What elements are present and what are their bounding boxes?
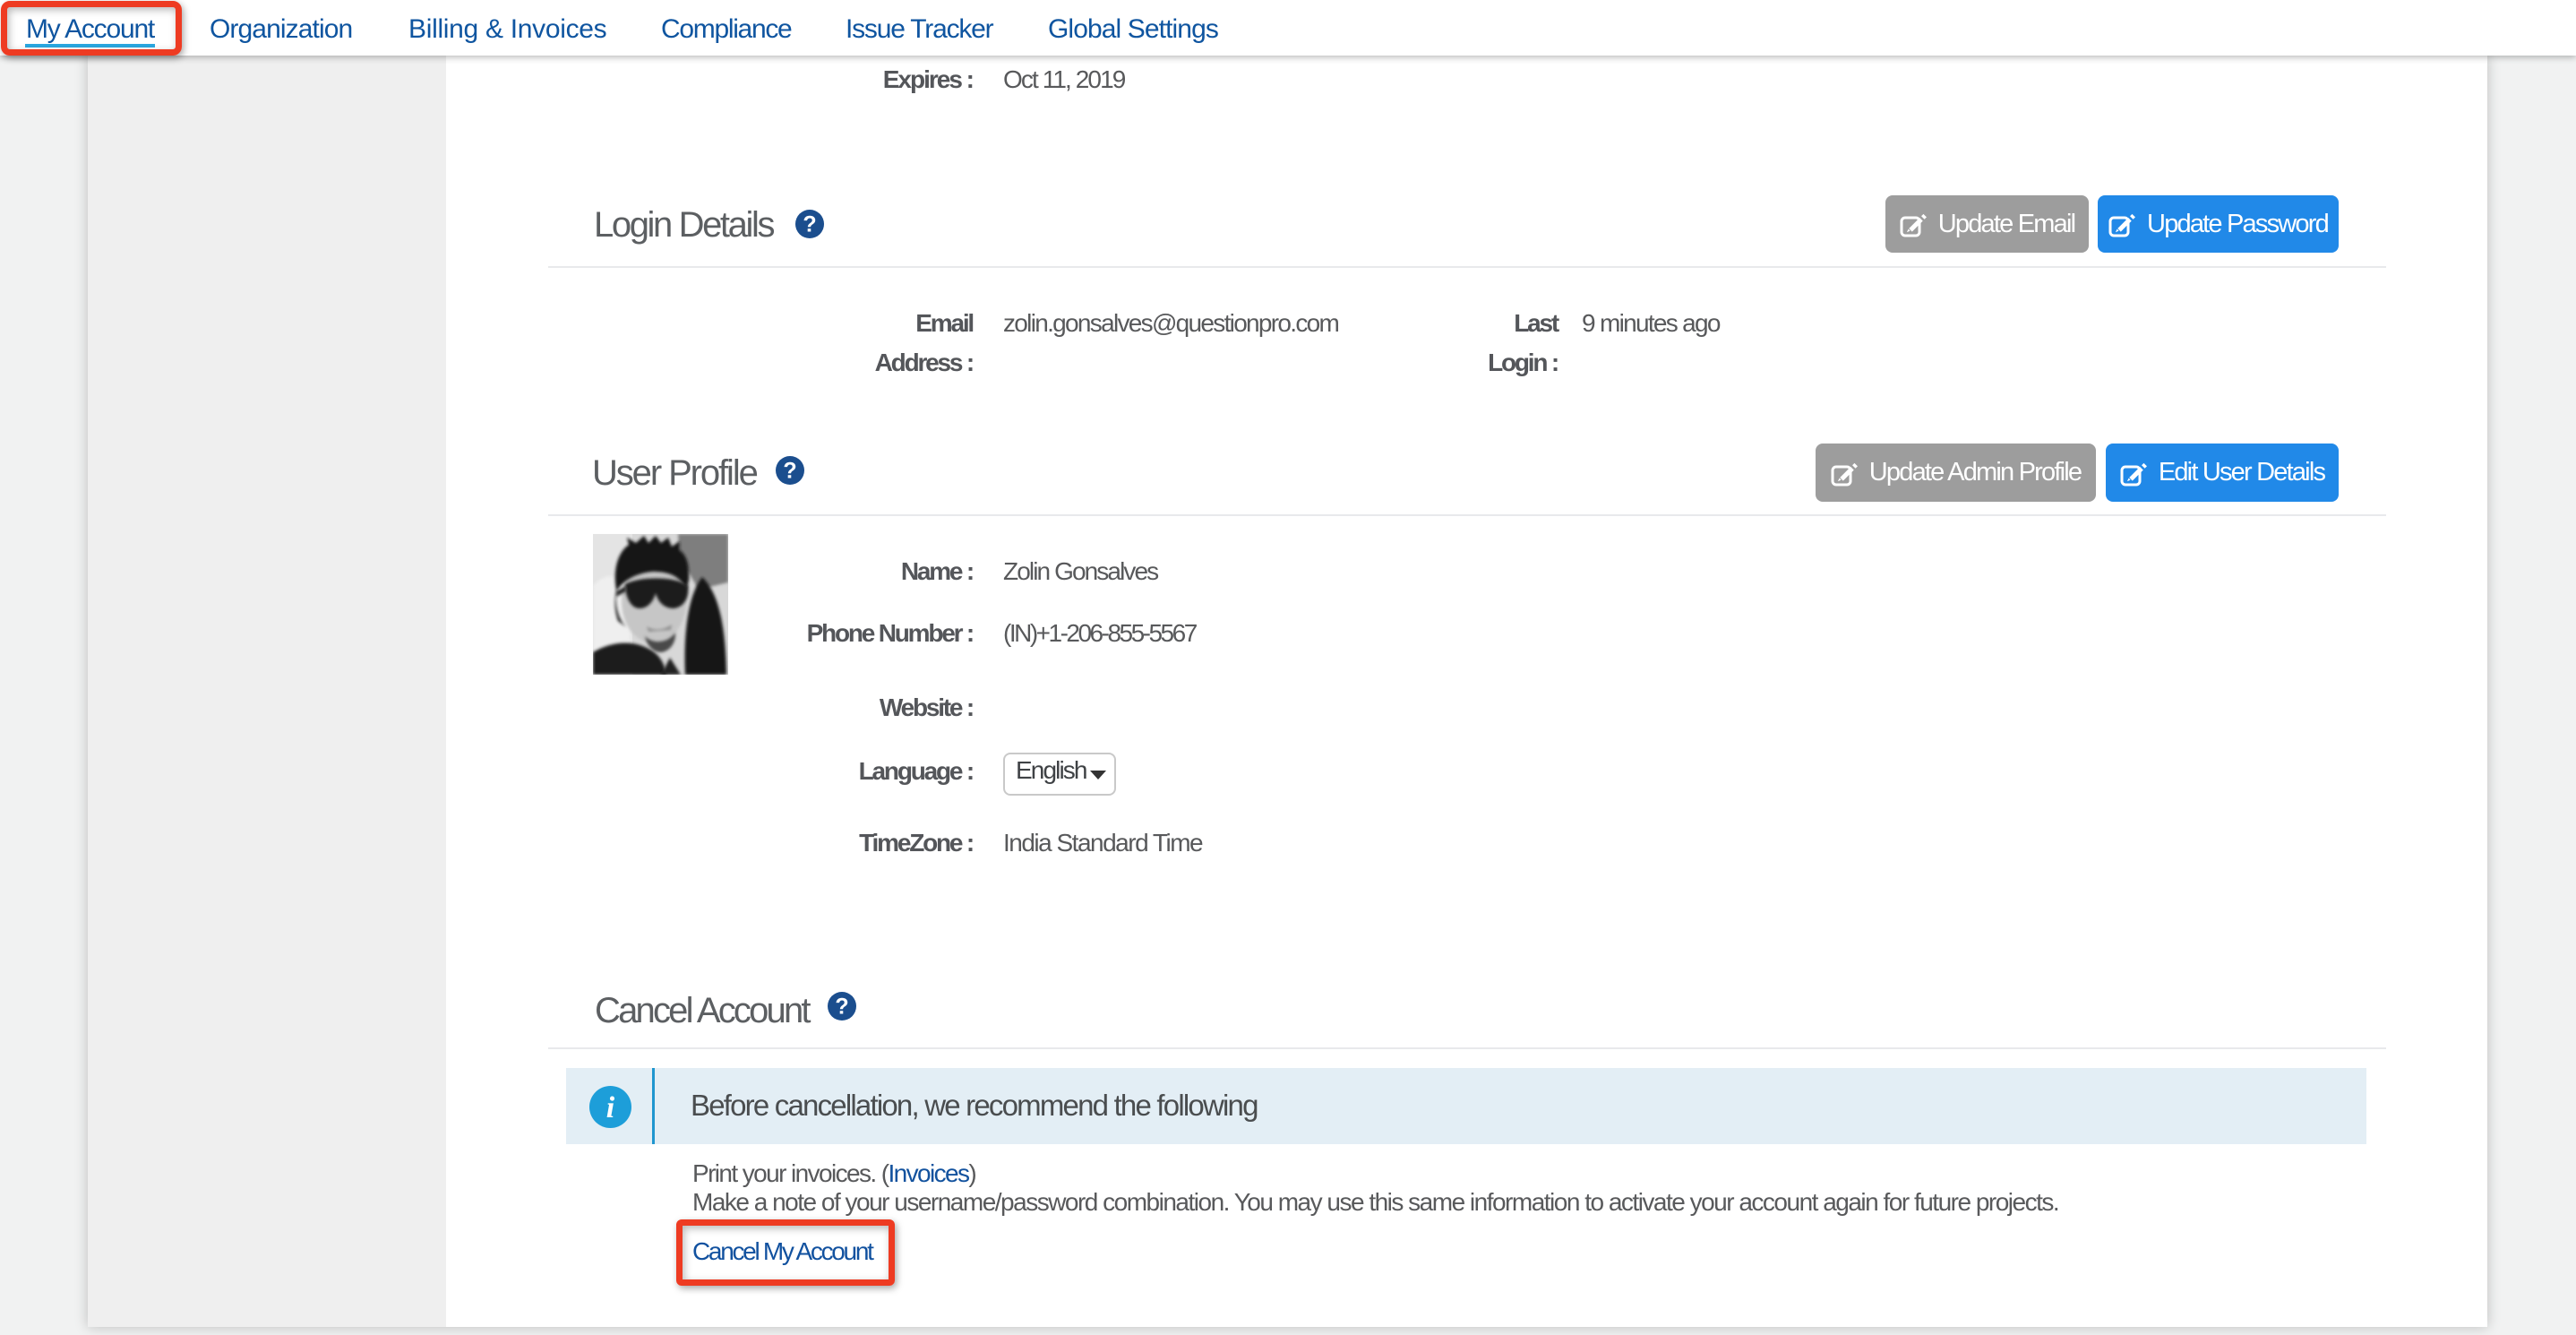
svg-text:?: ?: [783, 459, 796, 484]
svg-text:i: i: [606, 1091, 615, 1124]
svg-text:?: ?: [803, 212, 816, 237]
svg-text:?: ?: [835, 995, 848, 1020]
